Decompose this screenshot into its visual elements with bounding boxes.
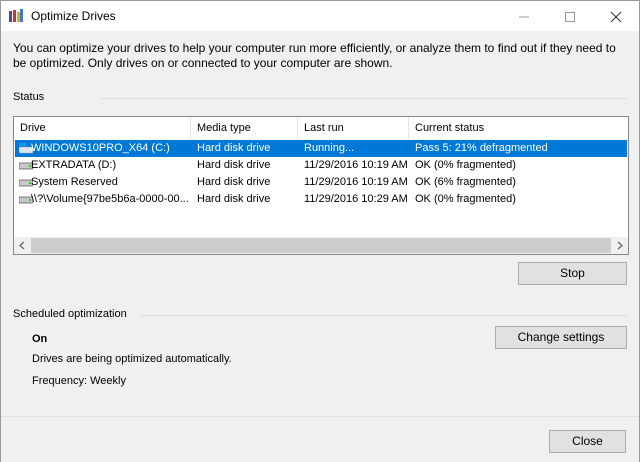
drives-list[interactable]: Drive Media type Last run Current status… [13, 116, 629, 255]
description-text: You can optimize your drives to help you… [13, 41, 616, 70]
status-group-label: Status [13, 91, 45, 103]
column-header-media-type[interactable]: Media type [191, 117, 298, 139]
drive-media-type: Hard disk drive [197, 176, 271, 188]
drive-current-status: OK (0% fragmented) [415, 193, 516, 205]
column-header-drive[interactable]: Drive [14, 117, 191, 139]
close-icon [610, 11, 622, 23]
drives-list-header: Drive Media type Last run Current status [14, 117, 628, 139]
drive-row[interactable]: \\?\Volume{97be5b6a-0000-00... Hard disk… [15, 191, 627, 208]
schedule-message: Drives are being optimized automatically… [32, 353, 232, 365]
maximize-icon [565, 12, 575, 22]
scheduled-group-label: Scheduled optimization [13, 308, 127, 320]
title-bar[interactable]: Optimize Drives [1, 1, 639, 31]
drive-media-type: Hard disk drive [197, 159, 271, 171]
drive-row[interactable]: EXTRADATA (D:) Hard disk drive 11/29/201… [15, 157, 627, 174]
minimize-button[interactable] [501, 1, 547, 31]
close-button[interactable]: Close [549, 430, 626, 453]
status-divider [101, 98, 627, 99]
horizontal-scrollbar[interactable] [14, 237, 628, 254]
drive-row[interactable]: WINDOWS10PRO_X64 (C:) Hard disk drive Ru… [15, 140, 627, 157]
drive-name: WINDOWS10PRO_X64 (C:) [31, 142, 170, 154]
drive-last-run: Running... [304, 142, 355, 154]
column-header-last-run[interactable]: Last run [298, 117, 409, 139]
drive-current-status: Pass 5: 21% defragmented [415, 142, 548, 154]
stop-button[interactable]: Stop [518, 262, 627, 285]
drive-media-type: Hard disk drive [197, 193, 271, 205]
schedule-state: On [32, 333, 48, 345]
scroll-left-button[interactable] [14, 237, 31, 254]
drive-media-type: Hard disk drive [197, 142, 271, 154]
minimize-icon [519, 16, 529, 18]
drive-last-run: 11/29/2016 10:19 AM [304, 176, 408, 188]
scheduled-divider [141, 315, 627, 316]
scroll-right-button[interactable] [611, 237, 628, 254]
chevron-left-icon [19, 241, 25, 250]
drive-row[interactable]: System Reserved Hard disk drive 11/29/20… [15, 174, 627, 191]
drive-name: \\?\Volume{97be5b6a-0000-00... [31, 193, 189, 205]
drive-last-run: 11/29/2016 10:29 AM [304, 193, 408, 205]
drive-name: System Reserved [31, 176, 118, 188]
change-settings-button[interactable]: Change settings [495, 326, 627, 349]
chevron-right-icon [617, 241, 623, 250]
close-window-button[interactable] [593, 1, 639, 31]
scroll-thumb[interactable] [31, 238, 611, 253]
footer-bar [1, 416, 639, 462]
drive-current-status: OK (6% fragmented) [415, 176, 516, 188]
schedule-frequency: Frequency: Weekly [32, 375, 126, 387]
window-title: Optimize Drives [31, 9, 116, 23]
maximize-button[interactable] [547, 1, 593, 31]
drive-last-run: 11/29/2016 10:19 AM [304, 159, 408, 171]
column-header-current-status[interactable]: Current status [409, 117, 628, 139]
defrag-app-icon [9, 9, 23, 22]
drive-name: EXTRADATA (D:) [31, 159, 117, 171]
drive-current-status: OK (0% fragmented) [415, 159, 516, 171]
optimize-drives-window: Optimize Drives You can optimize your dr… [0, 0, 640, 462]
